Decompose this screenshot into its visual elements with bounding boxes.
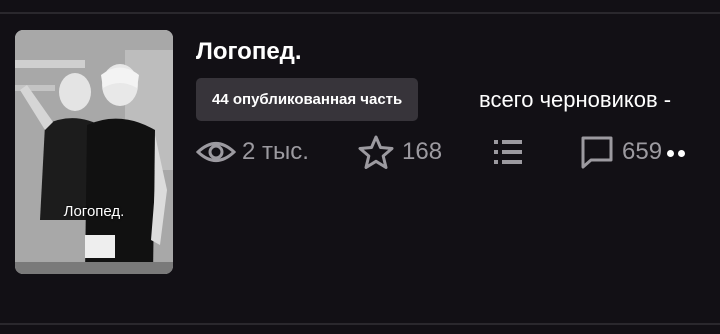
cover-photo xyxy=(15,30,173,274)
cover-title: Логопед. xyxy=(63,203,125,220)
reads-stat[interactable]: 2 тыс. xyxy=(196,134,309,170)
votes-count: 168 xyxy=(402,138,443,165)
list-icon xyxy=(494,138,524,166)
comment-icon xyxy=(580,135,614,169)
parts-badge: 44 опубликованная часть xyxy=(196,78,419,121)
eye-icon xyxy=(196,137,236,167)
comments-stat[interactable]: 659 xyxy=(580,134,662,170)
reads-count: 2 тыс. xyxy=(242,138,309,165)
star-icon xyxy=(358,135,394,169)
votes-stat[interactable]: 168 xyxy=(358,134,442,170)
parts-stat[interactable] xyxy=(494,134,524,170)
stats-row: 2 тыс. 168 659 xyxy=(196,134,720,170)
story-cover[interactable]: Логопед. xyxy=(15,30,173,274)
more-dots-icon[interactable] xyxy=(667,150,685,157)
more-dot xyxy=(678,150,685,157)
bottom-divider xyxy=(0,323,720,325)
more-dot xyxy=(667,150,674,157)
story-title[interactable]: Логопед. xyxy=(196,38,302,66)
comments-count: 659 xyxy=(622,138,663,165)
drafts-text: всего черновиков - xyxy=(479,87,672,112)
